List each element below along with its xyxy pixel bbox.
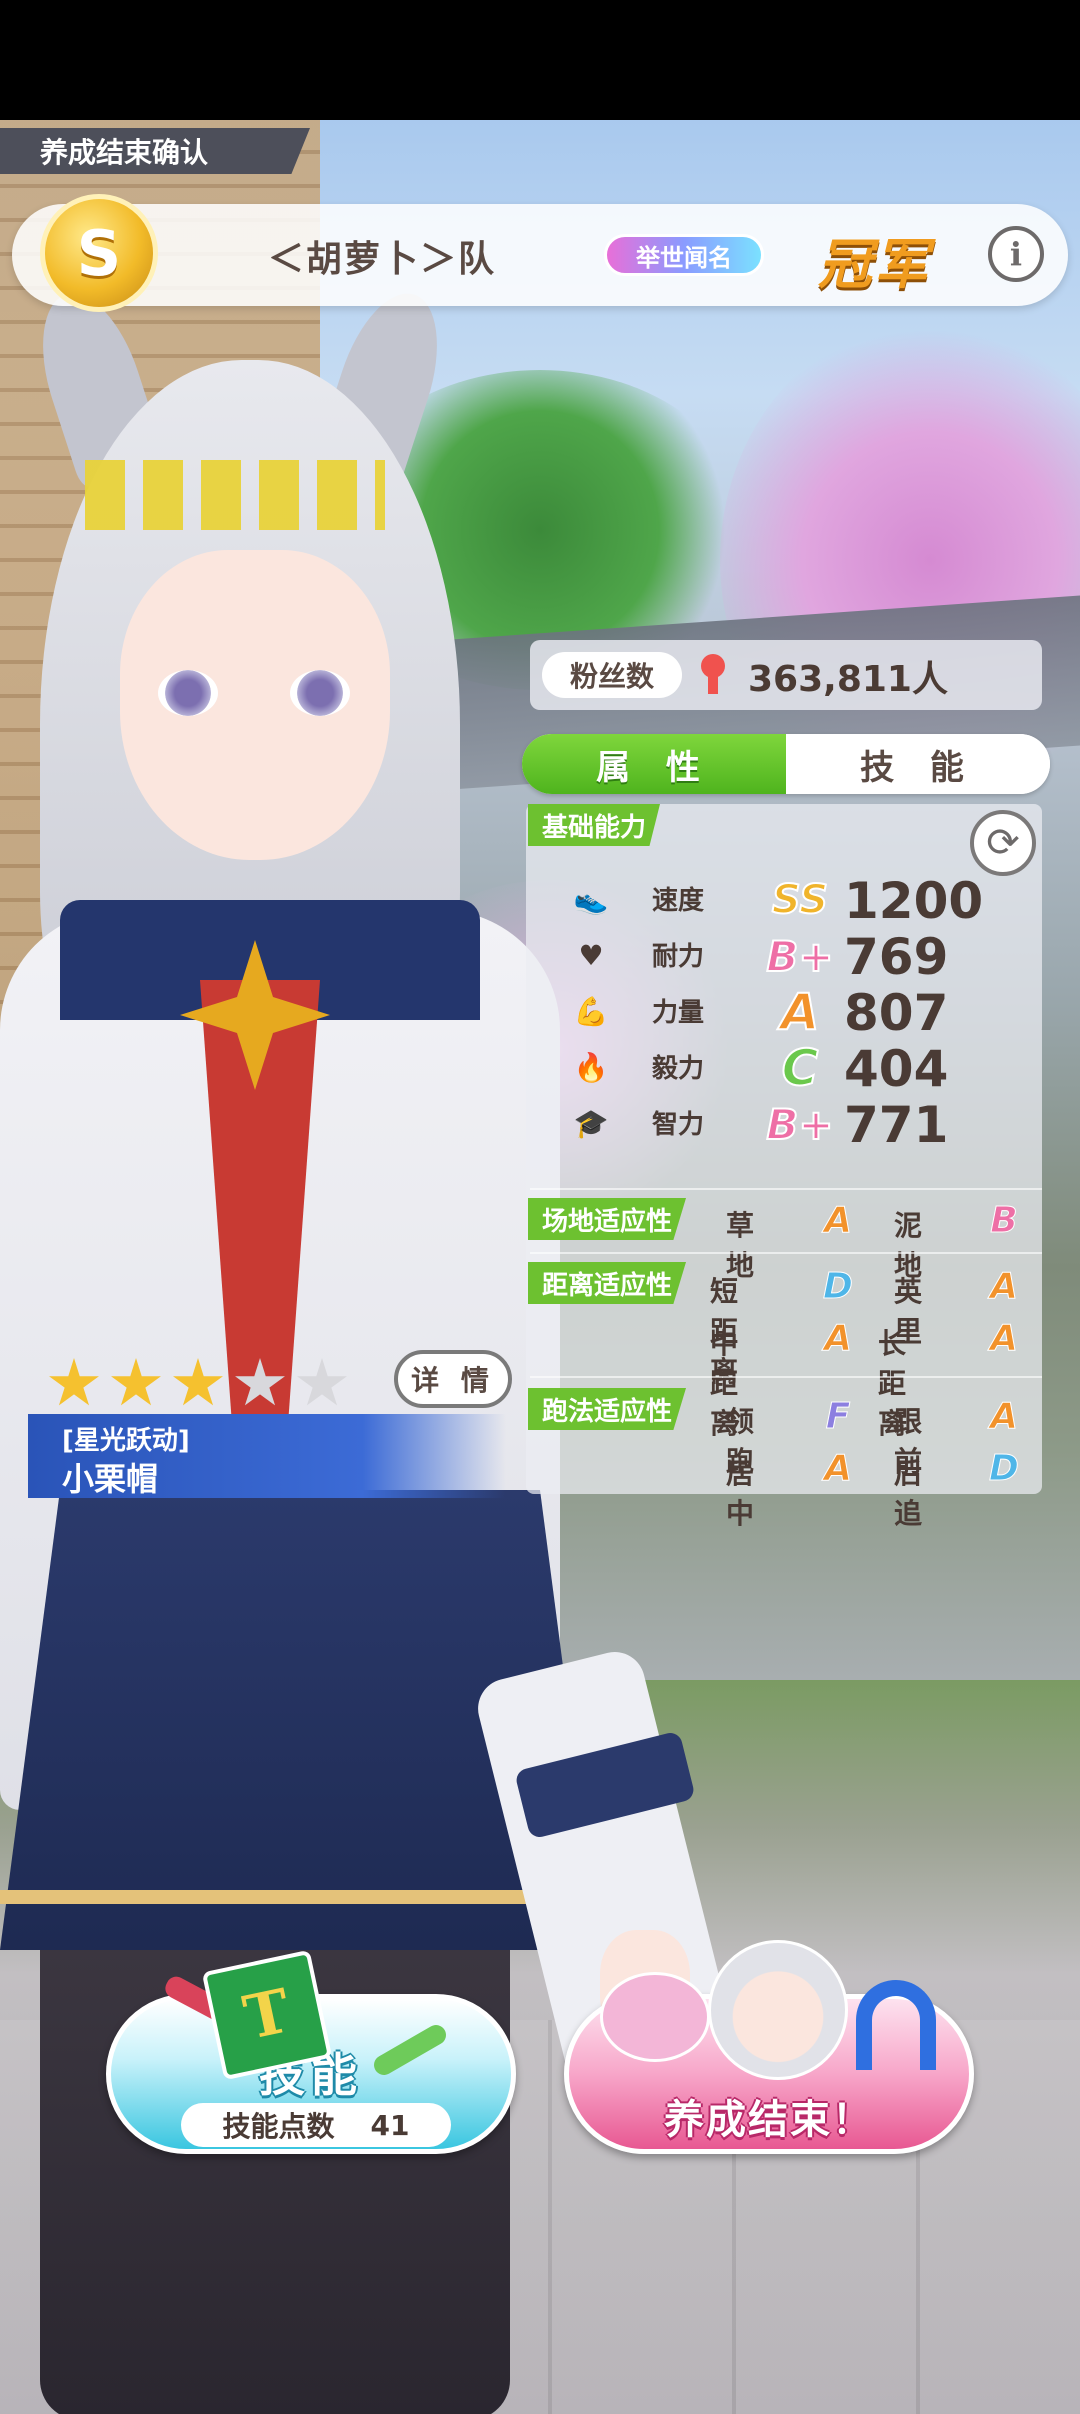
divider <box>530 1188 1042 1190</box>
stat-label: 毅力 <box>652 1054 705 1084</box>
stat-value: 769 <box>844 928 949 986</box>
stat-row-wit: 🎓 智力 B+ 771 <box>564 1096 1034 1154</box>
rarity-stars <box>48 1358 348 1410</box>
divider <box>530 1252 1042 1254</box>
stat-label: 速度 <box>652 886 705 916</box>
apt-grade: F <box>825 1395 851 1437</box>
apt-grade: A <box>990 1265 1019 1307</box>
stat-grade: SS <box>771 876 829 924</box>
tab-skills[interactable]: 技 能 <box>786 734 1050 794</box>
card-name: 小栗帽 <box>62 1460 159 1498</box>
card-name-plate: [星光跃动] 小栗帽 <box>28 1414 506 1498</box>
stat-value: 771 <box>844 1096 949 1154</box>
skill-points-label: 技能点数 <box>222 2110 335 2143</box>
stat-grade: B+ <box>765 931 834 982</box>
eye-left <box>158 670 218 716</box>
stat-grade: B+ <box>765 1099 834 1150</box>
grad-cap-icon: 🎓 <box>573 1106 609 1140</box>
heart-icon: ♥ <box>578 938 604 972</box>
star-icon <box>49 1358 99 1406</box>
flame-icon: 🔥 <box>573 1050 609 1084</box>
info-button[interactable]: i <box>988 226 1044 282</box>
fans-bar: 粉丝数 363,811人 <box>530 640 1042 710</box>
result-label: 冠军 <box>818 233 930 296</box>
book-icon: T <box>201 1949 333 2081</box>
star-icon <box>235 1358 285 1406</box>
apt-grade: A <box>824 1317 853 1359</box>
face <box>120 550 390 860</box>
apt-label: 居中 <box>726 1457 755 1530</box>
section-label-distance: 距离适应性 <box>528 1262 687 1304</box>
skirt-stripe <box>0 1890 600 1904</box>
stat-row-speed: 👟 速度 SS 1200 <box>564 872 1034 930</box>
stat-row-stamina: ♥ 耐力 B+ 769 <box>564 928 1034 986</box>
stat-row-power: 💪 力量 A 807 <box>564 982 1034 1042</box>
section-label-style: 跑法适应性 <box>528 1388 687 1430</box>
stat-value: 404 <box>844 1040 949 1098</box>
chibi-character-icon <box>708 1940 848 2080</box>
refresh-icon[interactable]: ⟳ <box>970 810 1036 876</box>
tab-bar: 属 性 技 能 <box>522 734 1050 794</box>
detail-button[interactable]: 详 情 <box>394 1350 512 1408</box>
tab-attributes[interactable]: 属 性 <box>522 734 786 794</box>
stat-value: 807 <box>844 984 949 1042</box>
stat-row-guts: 🔥 毅力 C 404 <box>564 1038 1034 1098</box>
stat-label: 耐力 <box>652 942 705 972</box>
star-icon <box>297 1358 347 1406</box>
stat-value: 1200 <box>844 872 984 930</box>
fans-value: 363,811人 <box>748 659 948 700</box>
section-label-basic: 基础能力 <box>528 804 661 846</box>
shoe-icon: 👟 <box>573 882 609 916</box>
skill-points: 技能点数 41 <box>181 2103 451 2147</box>
apt-grade: A <box>824 1199 853 1241</box>
stat-label: 力量 <box>652 998 705 1028</box>
apt-grade: A <box>824 1447 853 1489</box>
apt-grade: D <box>823 1265 854 1307</box>
eye-right <box>290 670 350 716</box>
tiara <box>85 460 385 530</box>
stat-grade: C <box>781 1038 820 1098</box>
horseshoe-icon <box>856 1980 936 2070</box>
fans-label: 粉丝数 <box>542 652 682 698</box>
star-icon <box>111 1358 161 1406</box>
apt-grade: B <box>990 1199 1018 1241</box>
star-icon <box>173 1358 223 1406</box>
apt-grade: A <box>990 1317 1019 1359</box>
apt-label: 后追 <box>894 1457 923 1530</box>
skill-points-value: 41 <box>370 2108 410 2142</box>
apt-grade: A <box>990 1395 1019 1437</box>
sakura-tree-icon <box>600 1972 710 2062</box>
divider <box>530 1376 1042 1378</box>
team-name: ＜胡萝卜＞队 <box>268 239 497 280</box>
stat-label: 智力 <box>652 1110 705 1140</box>
person-icon <box>698 654 728 694</box>
status-bar-area <box>0 0 1080 120</box>
stat-grade: A <box>780 982 821 1042</box>
finish-training-label: 养成结束！ <box>664 2097 874 2143</box>
screen-title-tag: 养成结束确认 <box>0 128 310 174</box>
rank-badge-icon: S <box>40 194 158 312</box>
apt-grade: D <box>989 1447 1020 1489</box>
title-badge[interactable]: 举世闻名 <box>604 234 764 276</box>
section-label-field: 场地适应性 <box>528 1198 687 1240</box>
muscle-icon: 💪 <box>573 994 609 1028</box>
card-title: [星光跃动] <box>62 1426 190 1456</box>
